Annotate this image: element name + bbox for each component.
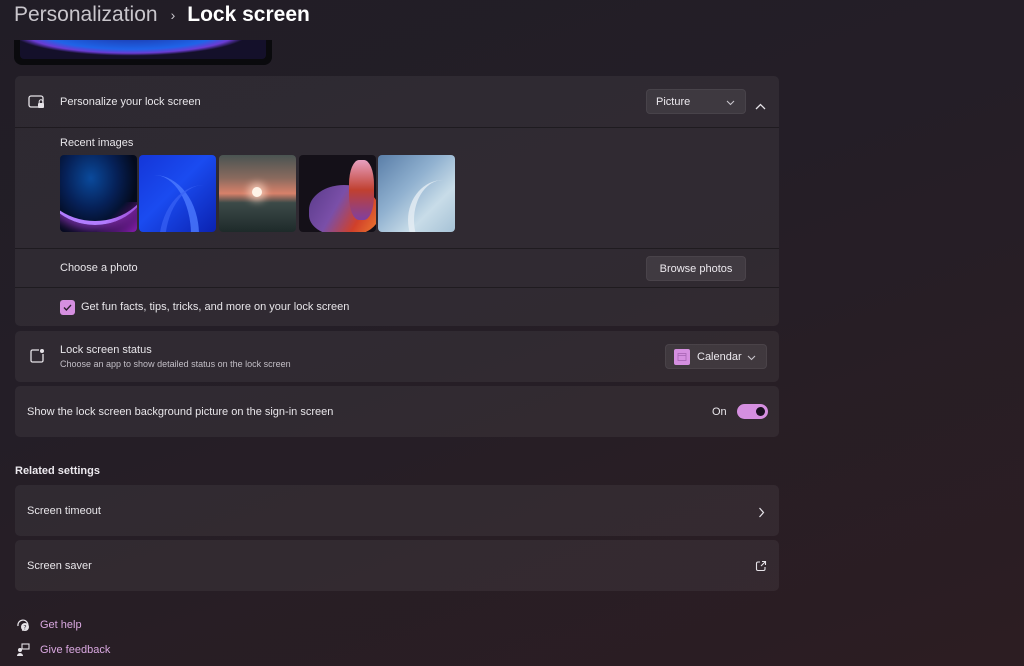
collapse-chevron-up-icon[interactable] — [755, 97, 766, 115]
recent-image-2[interactable] — [139, 155, 216, 232]
screen-timeout-item[interactable]: Screen timeout — [15, 485, 779, 536]
svg-text:?: ? — [23, 625, 26, 632]
signin-background-card: Show the lock screen background picture … — [15, 386, 779, 437]
personalize-label: Personalize your lock screen — [60, 95, 201, 108]
fun-facts-label: Get fun facts, tips, tricks, and more on… — [81, 301, 350, 313]
personalize-type-value: Picture — [656, 95, 691, 108]
status-app-value: Calendar — [697, 350, 742, 363]
lock-screen-status-description: Choose an app to show detailed status on… — [60, 359, 291, 369]
chevron-down-icon — [726, 97, 735, 109]
signin-background-label: Show the lock screen background picture … — [27, 406, 334, 418]
recent-image-3[interactable] — [219, 155, 296, 232]
give-feedback-link[interactable]: Give feedback — [14, 643, 110, 657]
lock-screen-status-card: Lock screen status Choose an app to show… — [15, 331, 779, 382]
screen-timeout-label: Screen timeout — [27, 505, 101, 517]
recent-image-4[interactable] — [299, 155, 376, 232]
calendar-icon — [674, 348, 690, 365]
recent-image-4-ribbon-2 — [349, 160, 374, 220]
chevron-right-icon — [758, 505, 765, 523]
divider — [15, 127, 779, 128]
breadcrumb-personalization[interactable]: Personalization — [14, 3, 158, 27]
get-help-label: Get help — [40, 619, 82, 631]
lock-screen-preview — [14, 40, 272, 65]
external-link-icon — [755, 559, 767, 577]
lock-screen-status-label: Lock screen status — [60, 344, 152, 356]
recent-image-3-sun — [252, 187, 262, 197]
recent-images-label: Recent images — [60, 137, 134, 149]
recent-image-5-fold — [408, 180, 455, 232]
help-icon: ? — [14, 618, 32, 632]
signin-toggle-state: On — [712, 406, 727, 418]
chevron-down-icon — [747, 352, 756, 364]
browse-photos-button[interactable]: Browse photos — [646, 256, 746, 281]
screen-saver-item[interactable]: Screen saver — [15, 540, 779, 591]
breadcrumb-separator-icon: › — [170, 7, 176, 23]
status-app-icon — [28, 347, 46, 365]
give-feedback-label: Give feedback — [40, 644, 111, 656]
toggle-knob — [756, 407, 765, 416]
personalize-type-dropdown[interactable]: Picture — [646, 89, 746, 114]
fun-facts-row: Get fun facts, tips, tricks, and more on… — [15, 288, 779, 326]
feedback-icon — [14, 643, 32, 657]
screen-saver-label: Screen saver — [27, 560, 92, 572]
recent-image-1-corner — [97, 202, 137, 232]
recent-image-1[interactable] — [60, 155, 137, 232]
recent-image-5[interactable] — [378, 155, 455, 232]
personalize-header-row[interactable]: Personalize your lock screen Picture — [15, 76, 779, 127]
lock-screen-preview-image — [20, 40, 266, 59]
checkmark-icon — [63, 304, 72, 311]
browse-photos-label: Browse photos — [659, 262, 733, 275]
choose-photo-row: Choose a photo Browse photos — [15, 249, 779, 287]
related-settings-title: Related settings — [15, 465, 100, 477]
lock-screen-status-text: Lock screen status Choose an app to show… — [60, 344, 291, 369]
breadcrumb: Personalization › Lock screen — [14, 3, 310, 27]
choose-photo-label: Choose a photo — [60, 262, 138, 274]
page-title: Lock screen — [187, 3, 310, 26]
get-help-link[interactable]: ? Get help — [14, 618, 82, 632]
status-app-dropdown[interactable]: Calendar — [665, 344, 767, 369]
lock-screen-icon — [28, 93, 46, 111]
signin-background-toggle[interactable] — [737, 404, 768, 419]
fun-facts-checkbox[interactable] — [60, 300, 75, 315]
